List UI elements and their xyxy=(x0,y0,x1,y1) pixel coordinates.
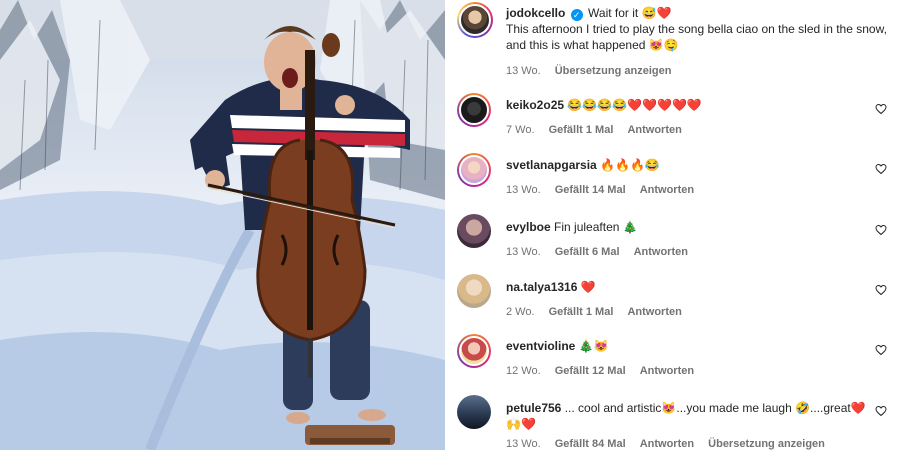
heart-outline-icon[interactable] xyxy=(875,344,887,356)
reply-button[interactable]: Antworten xyxy=(627,306,681,318)
heart-outline-icon[interactable] xyxy=(875,103,887,115)
comment-age: 13 Wo. xyxy=(506,246,541,258)
commenter-avatar[interactable] xyxy=(457,214,491,248)
comment-age: 7 Wo. xyxy=(506,124,535,136)
comment-likes[interactable]: Gefällt 1 Mal xyxy=(549,124,614,136)
comment-likes[interactable]: Gefällt 14 Mal xyxy=(555,184,626,196)
comment-likes[interactable]: Gefällt 6 Mal xyxy=(555,246,620,258)
translate-link[interactable]: Übersetzung anzeigen xyxy=(708,438,825,450)
comments-panel: jodokcello ✓ Wait for it 😅❤️ This aftern… xyxy=(445,0,900,450)
commenter-avatar[interactable] xyxy=(457,395,491,429)
reply-button[interactable]: Antworten xyxy=(640,184,694,196)
comment-text: Fin juleaften 🎄 xyxy=(554,220,638,234)
comment-username[interactable]: eventviolinе xyxy=(506,339,575,353)
comment-age: 13 Wo. xyxy=(506,184,541,196)
comment-username[interactable]: na.talya1316 xyxy=(506,280,577,294)
comment-username[interactable]: svetlanapgarsia xyxy=(506,158,597,172)
comment-text: 🎄😻 xyxy=(578,339,609,353)
commenter-avatar[interactable] xyxy=(457,334,491,368)
comment-text: 😂😂😂😂❤️❤️❤️❤️❤️ xyxy=(567,98,702,112)
reply-button[interactable]: Antworten xyxy=(634,246,688,258)
video-player[interactable] xyxy=(0,0,445,450)
post-title-text: Wait for it 😅❤️ xyxy=(588,6,672,20)
comment-username[interactable]: petule756 xyxy=(506,401,561,415)
video-frame xyxy=(0,0,445,450)
comment-username[interactable]: keiko2o25 xyxy=(506,98,564,112)
comment-text: ❤️ xyxy=(580,280,596,294)
heart-outline-icon[interactable] xyxy=(875,405,887,417)
author-avatar[interactable] xyxy=(457,2,493,38)
comment-age: 13 Wo. xyxy=(506,438,541,450)
heart-outline-icon[interactable] xyxy=(875,284,887,296)
commenter-avatar[interactable] xyxy=(457,274,491,308)
comment-age: 2 Wo. xyxy=(506,306,535,318)
commenter-avatar[interactable] xyxy=(457,153,491,187)
heart-outline-icon[interactable] xyxy=(875,224,887,236)
heart-outline-icon[interactable] xyxy=(875,163,887,175)
reply-button[interactable]: Antworten xyxy=(627,124,681,136)
author-username[interactable]: jodokcello xyxy=(506,6,565,20)
commenter-avatar[interactable] xyxy=(457,93,491,127)
reply-button[interactable]: Antworten xyxy=(640,438,694,450)
comment-likes[interactable]: Gefällt 12 Mal xyxy=(555,365,626,377)
comment-likes[interactable]: Gefällt 1 Mal xyxy=(549,306,614,318)
verified-badge-icon: ✓ xyxy=(570,9,583,21)
comment-likes[interactable]: Gefällt 84 Mal xyxy=(555,438,626,450)
comment-username[interactable]: evylboe xyxy=(506,220,551,234)
comment-text: 🔥🔥🔥😂 xyxy=(600,158,660,172)
translate-link[interactable]: Übersetzung anzeigen xyxy=(555,65,672,77)
reply-button[interactable]: Antworten xyxy=(640,365,694,377)
post-caption-text: This afternoon I tried to play the song … xyxy=(506,22,887,52)
post-age: 13 Wo. xyxy=(506,65,541,77)
comment-age: 12 Wo. xyxy=(506,365,541,377)
